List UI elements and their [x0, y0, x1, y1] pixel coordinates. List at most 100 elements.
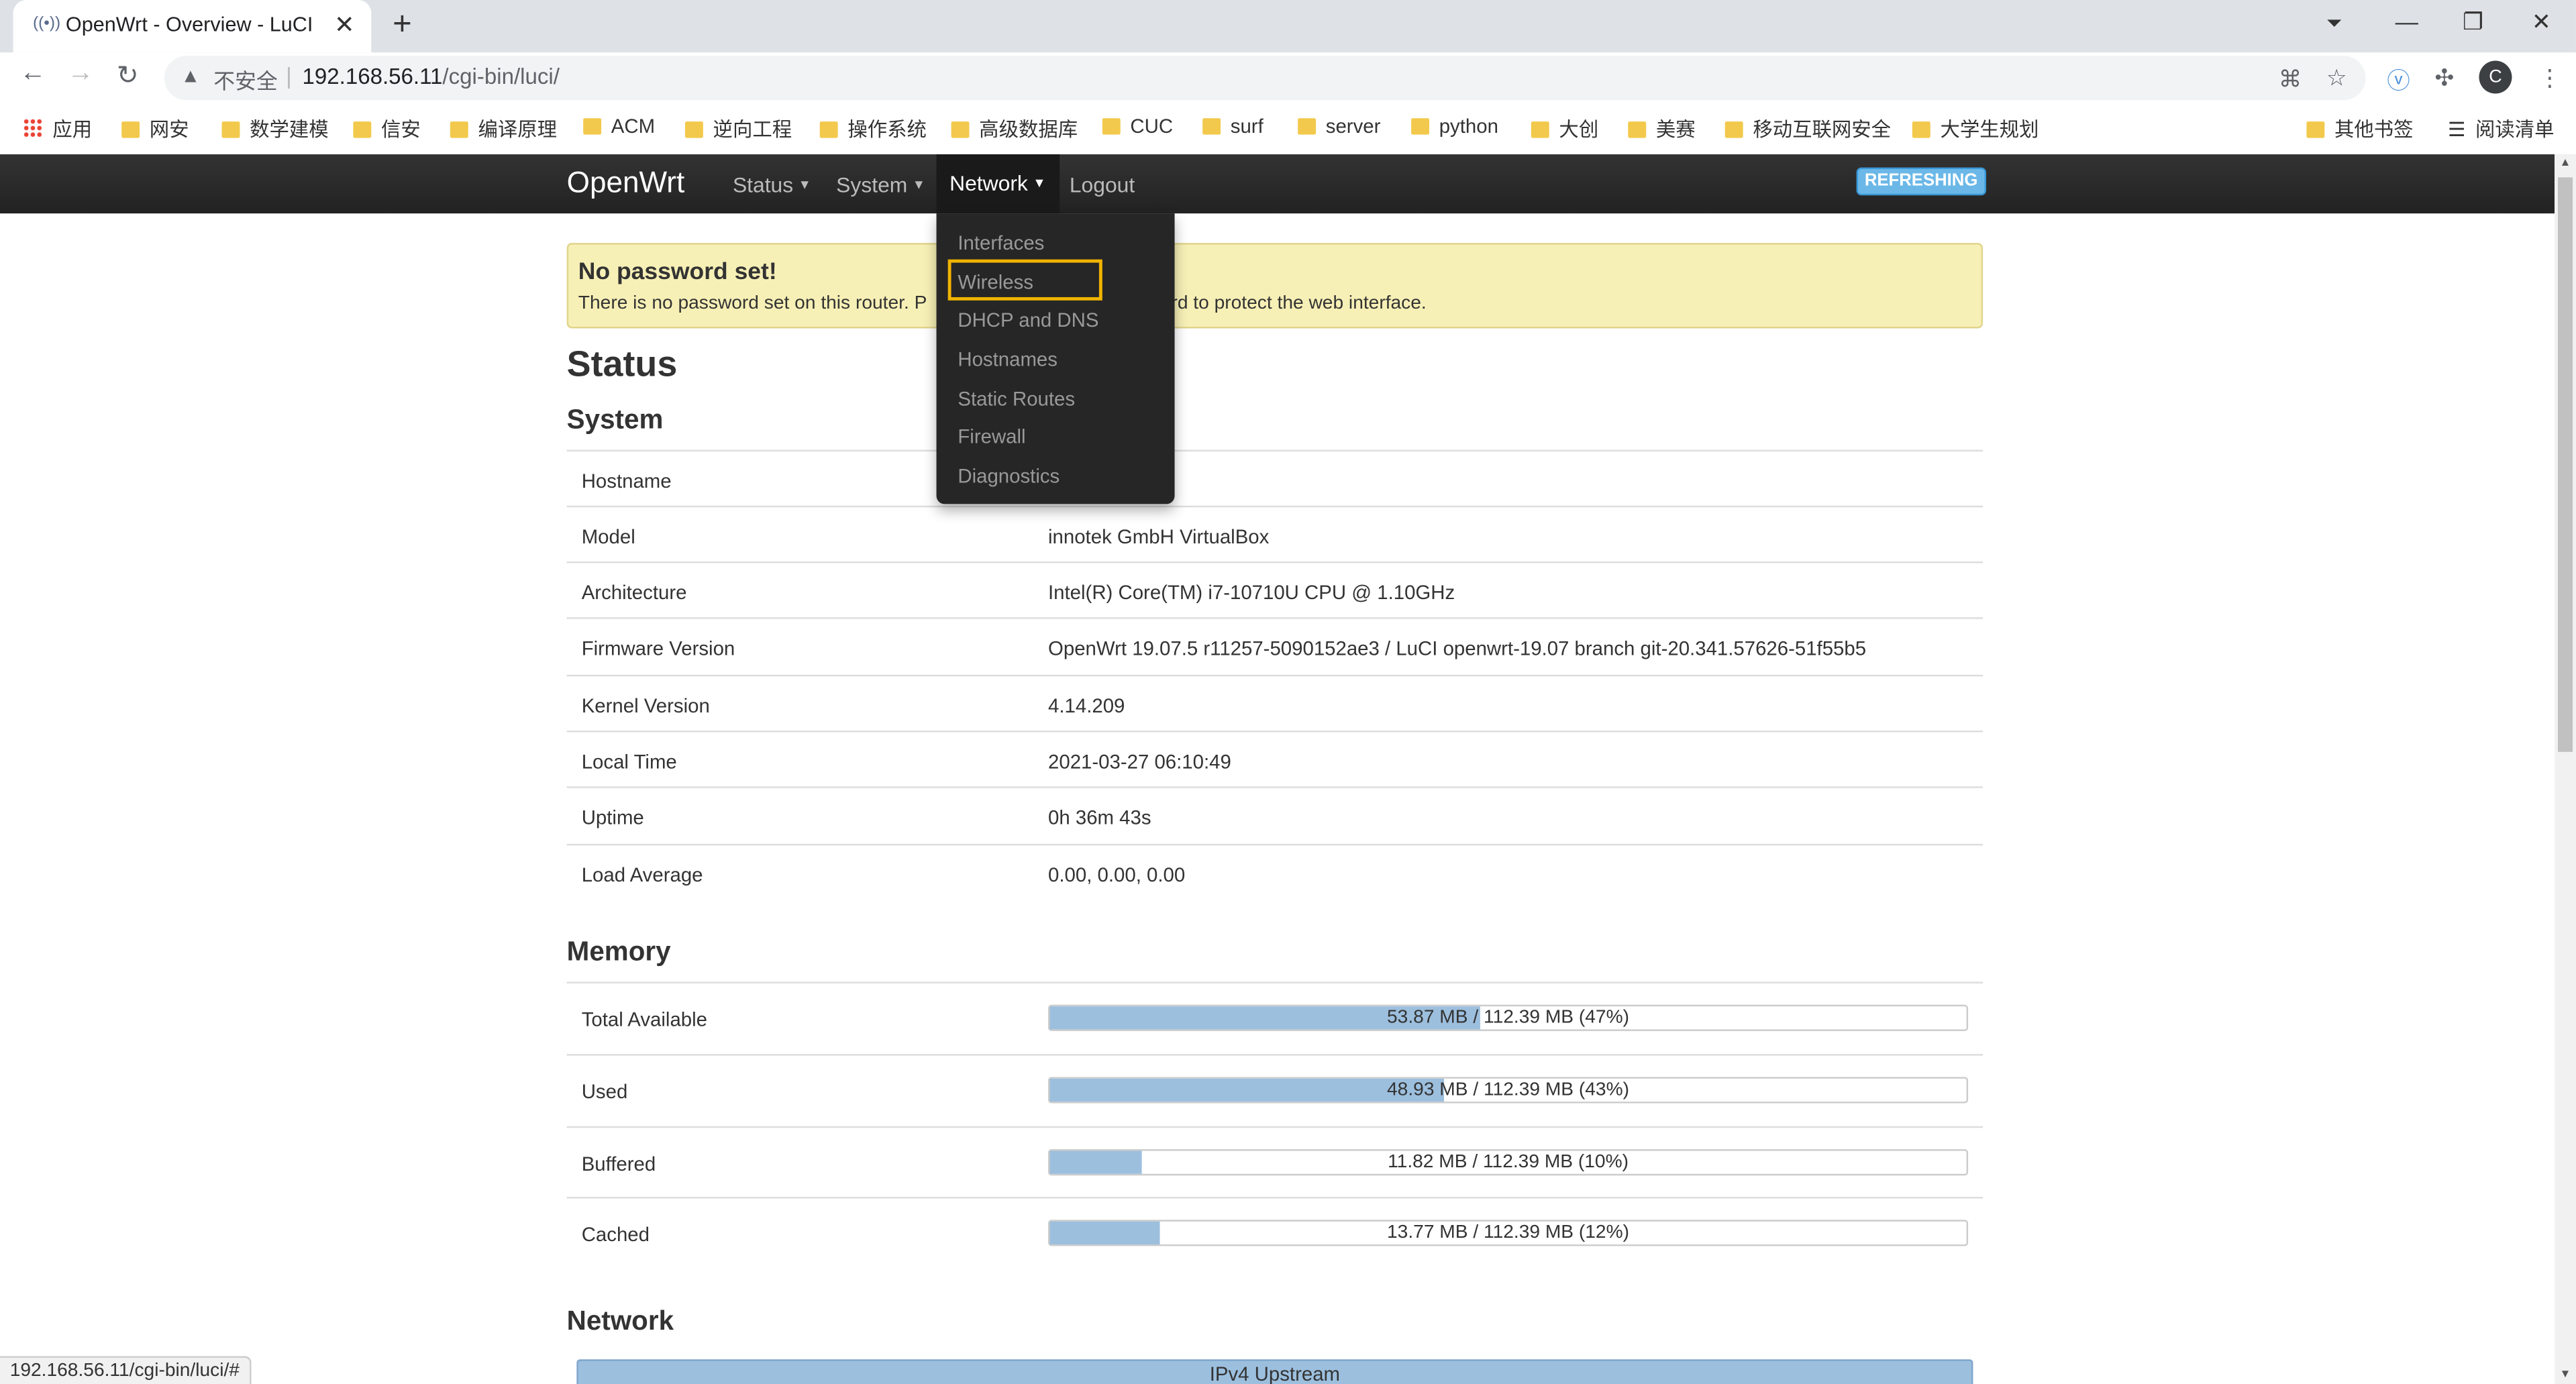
close-tab-icon[interactable]: ✕	[334, 10, 355, 40]
caret-down-icon: ▼	[1033, 175, 1046, 191]
folder-icon	[221, 121, 240, 138]
new-tab-button[interactable]: +	[393, 7, 412, 44]
insecure-label[interactable]: 不安全	[213, 64, 278, 95]
table-row: Model innotek GmbH VirtualBox	[566, 505, 1983, 564]
browser-tab[interactable]: ((•)) OpenWrt - Overview - LuCI ✕	[13, 0, 372, 53]
folder-icon	[1102, 118, 1121, 135]
memory-row: Total Available 53.87 MB / 112.39 MB (47…	[566, 981, 1983, 1055]
menu-item-interfaces[interactable]: Interfaces	[958, 231, 1044, 254]
folder-icon	[121, 121, 140, 138]
folder-icon	[1531, 121, 1549, 138]
page-title: Status	[566, 343, 678, 384]
reading-list[interactable]: ☰ 阅读清单	[2448, 115, 2555, 143]
bookmark-folder[interactable]: 网安	[121, 115, 189, 143]
close-window-icon[interactable]: ✕	[2532, 8, 2551, 36]
warning-icon[interactable]: ▲	[181, 64, 200, 87]
bookmark-folder[interactable]: 高级数据库	[951, 115, 1078, 143]
bookmark-folder[interactable]: 信安	[353, 115, 421, 143]
luci-navbar: OpenWrt Status ▼ System ▼ Network ▼ Logout …	[0, 154, 2555, 214]
bookmark-folder[interactable]: 美赛	[1628, 115, 1696, 143]
menu-kebab-icon[interactable]: ⋮	[2538, 64, 2561, 92]
address-bar[interactable]: ▲ 不安全 | 192.168.56.11/cgi-bin/luci/ ⌘ ☆	[164, 56, 2366, 101]
profile-avatar[interactable]: C	[2479, 60, 2512, 94]
browser-toolbar: ← → ↻ ▲ 不安全 | 192.168.56.11/cgi-bin/luci…	[0, 52, 2576, 102]
page-scrollbar[interactable]: ▲ ▼	[2555, 154, 2576, 1384]
no-password-alert: No password set! There is no password se…	[566, 243, 1983, 329]
menu-logout[interactable]: Logout	[1070, 172, 1135, 197]
network-heading: Network	[566, 1306, 674, 1337]
menu-item-firewall[interactable]: Firewall	[958, 425, 1025, 448]
folder-icon	[450, 121, 468, 138]
url-text[interactable]: 192.168.56.11/cgi-bin/luci/	[302, 64, 559, 89]
table-row: Load Average 0.00, 0.00, 0.00	[566, 843, 1983, 902]
bookmark-folder[interactable]: server	[1298, 115, 1380, 138]
folder-icon	[1912, 121, 1930, 138]
folder-icon	[353, 121, 372, 138]
folder-icon	[819, 121, 838, 138]
progress-bar: 48.93 MB / 112.39 MB (43%)	[1048, 1077, 1969, 1104]
bookmark-folder[interactable]: CUC	[1102, 115, 1173, 138]
table-row: Hostname	[566, 449, 1983, 508]
bookmark-folder[interactable]: 数学建模	[221, 115, 329, 143]
memory-heading: Memory	[566, 937, 671, 967]
extension-v-icon[interactable]: ⓥ	[2387, 64, 2410, 97]
system-heading: System	[566, 405, 664, 435]
bookmark-star-icon[interactable]: ☆	[2326, 64, 2347, 92]
link-status-bar: 192.168.56.11/cgi-bin/luci/#	[0, 1356, 252, 1384]
translate-icon[interactable]: ⌘	[2279, 66, 2302, 94]
bookmark-folder[interactable]: 逆向工程	[684, 115, 792, 143]
bookmark-folder[interactable]: 移动互联网安全	[1724, 115, 1891, 143]
minimize-icon[interactable]: —	[2395, 8, 2418, 34]
bookmark-folder[interactable]: 大学生规划	[1912, 115, 2039, 143]
bookmark-apps[interactable]: 应用	[23, 115, 92, 143]
progress-bar: 13.77 MB / 112.39 MB (12%)	[1048, 1220, 1969, 1246]
brand-logo[interactable]: OpenWrt	[567, 166, 685, 200]
restore-icon[interactable]: ❐	[2463, 8, 2483, 36]
table-row: Uptime 0h 36m 43s	[566, 786, 1983, 844]
scroll-down-icon[interactable]: ▼	[2559, 1369, 2571, 1381]
bookmark-folder[interactable]: 操作系统	[819, 115, 927, 143]
other-bookmarks[interactable]: 其他书签	[2306, 115, 2414, 143]
refreshing-badge[interactable]: REFRESHING	[1856, 167, 1986, 196]
scrollbar-thumb[interactable]	[2558, 177, 2573, 752]
memory-row: Cached 13.77 MB / 112.39 MB (12%)	[566, 1197, 1983, 1271]
bookmark-folder[interactable]: 编译原理	[450, 115, 557, 143]
back-icon[interactable]: ←	[19, 59, 46, 89]
bookmark-folder[interactable]: 大创	[1531, 115, 1598, 143]
apps-grid-icon	[23, 118, 43, 138]
tab-search-icon[interactable]: ⏷	[2326, 11, 2342, 36]
alert-title: No password set!	[578, 259, 777, 286]
progress-bar: 53.87 MB / 112.39 MB (47%)	[1048, 1004, 1969, 1031]
menu-item-static-routes[interactable]: Static Routes	[958, 388, 1075, 411]
menu-item-hostnames[interactable]: Hostnames	[958, 348, 1058, 371]
progress-bar: 11.82 MB / 112.39 MB (10%)	[1048, 1149, 1969, 1176]
table-row: Kernel Version 4.14.209	[566, 674, 1983, 733]
folder-icon	[583, 118, 602, 135]
bookmark-folder[interactable]: surf	[1202, 115, 1264, 138]
forward-icon[interactable]: →	[67, 59, 93, 89]
menu-item-diagnostics[interactable]: Diagnostics	[958, 465, 1060, 488]
menu-system[interactable]: System ▼	[836, 172, 925, 197]
wireless-highlight-box	[947, 259, 1102, 301]
folder-icon	[1298, 118, 1317, 135]
memory-row: Buffered 11.82 MB / 112.39 MB (10%)	[566, 1126, 1983, 1199]
folder-icon	[684, 121, 703, 138]
reading-list-icon: ☰	[2447, 118, 2466, 142]
extensions-puzzle-icon[interactable]: ✣	[2434, 64, 2454, 92]
bookmark-folder[interactable]: python	[1411, 115, 1498, 138]
folder-icon	[1411, 118, 1430, 135]
folder-icon	[1202, 118, 1221, 135]
menu-network[interactable]: Network ▼	[936, 154, 1060, 214]
memory-row: Used 48.93 MB / 112.39 MB (43%)	[566, 1054, 1983, 1128]
folder-icon	[1724, 121, 1743, 138]
scroll-up-icon[interactable]: ▲	[2559, 158, 2571, 169]
url-path: /cgi-bin/luci/	[442, 64, 560, 89]
menu-item-dhcp-dns[interactable]: DHCP and DNS	[958, 309, 1098, 331]
menu-status[interactable]: Status ▼	[733, 172, 811, 197]
ipv4-upstream-header: IPv4 Upstream	[576, 1359, 1973, 1384]
table-row: Local Time 2021-03-27 06:10:49	[566, 731, 1983, 788]
reload-icon[interactable]: ↻	[117, 59, 139, 92]
folder-icon	[2306, 121, 2325, 138]
folder-icon	[1628, 121, 1647, 138]
bookmark-folder[interactable]: ACM	[583, 115, 655, 138]
